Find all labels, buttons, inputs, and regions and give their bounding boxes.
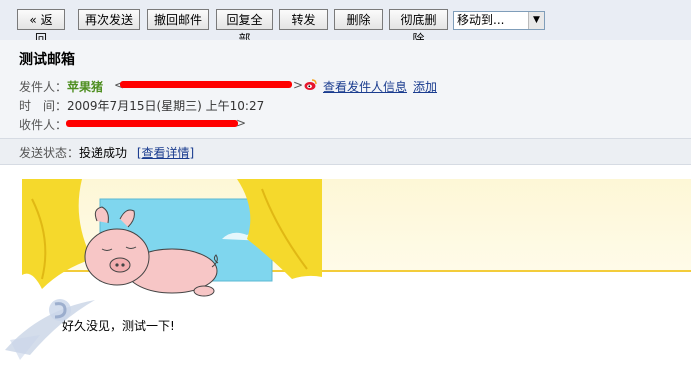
redaction-mark	[66, 120, 238, 127]
site-logo-watermark	[5, 299, 95, 360]
back-button[interactable]: « 返回	[17, 9, 65, 46]
to-row: 收件人：	[19, 116, 67, 133]
status-value: 投递成功	[79, 146, 128, 160]
move-to-select-value: 移动到...	[457, 13, 505, 27]
mail-subject: 测试邮箱	[19, 52, 75, 68]
resend-button[interactable]: 再次发送	[78, 9, 140, 30]
add-contact-link[interactable]: 添加	[413, 78, 437, 95]
status-detail-link[interactable]: [查看详情]	[137, 146, 194, 160]
forward-button[interactable]: 转发	[279, 9, 328, 30]
sender-address-close: >	[293, 78, 304, 92]
time-value: 2009年7月15日(星期三) 上午10:27	[67, 99, 265, 113]
delete-button[interactable]: 删除	[334, 9, 383, 30]
weibo-icon[interactable]	[304, 79, 317, 91]
reply-all-button[interactable]: 回复全部	[216, 9, 273, 46]
delivery-status-row: 发送状态：投递成功 [查看详情]	[19, 144, 194, 161]
status-label: 发送状态：	[19, 146, 80, 160]
from-label: 发件人：	[19, 80, 68, 94]
redaction-mark	[120, 81, 292, 88]
view-sender-info-link[interactable]: 查看发件人信息	[323, 78, 407, 95]
delete-permanently-button[interactable]: 彻底删除	[389, 9, 448, 46]
recall-button[interactable]: 撤回邮件	[147, 9, 209, 30]
sender-name[interactable]: 苹果猪	[67, 80, 103, 94]
time-label: 时 间：	[19, 99, 68, 113]
time-row: 时 间：2009年7月15日(星期三) 上午10:27	[19, 97, 264, 114]
to-label: 收件人：	[19, 118, 68, 132]
move-to-select[interactable]: 移动到... ▼	[453, 11, 545, 30]
from-row: 发件人：苹果猪	[19, 78, 103, 95]
recipient-address-close: >	[236, 116, 247, 130]
toolbar: « 返回 再次发送 撤回邮件 回复全部 转发 删除 彻底删除 移动到... ▼	[0, 0, 691, 46]
chevron-down-icon[interactable]: ▼	[528, 12, 544, 29]
